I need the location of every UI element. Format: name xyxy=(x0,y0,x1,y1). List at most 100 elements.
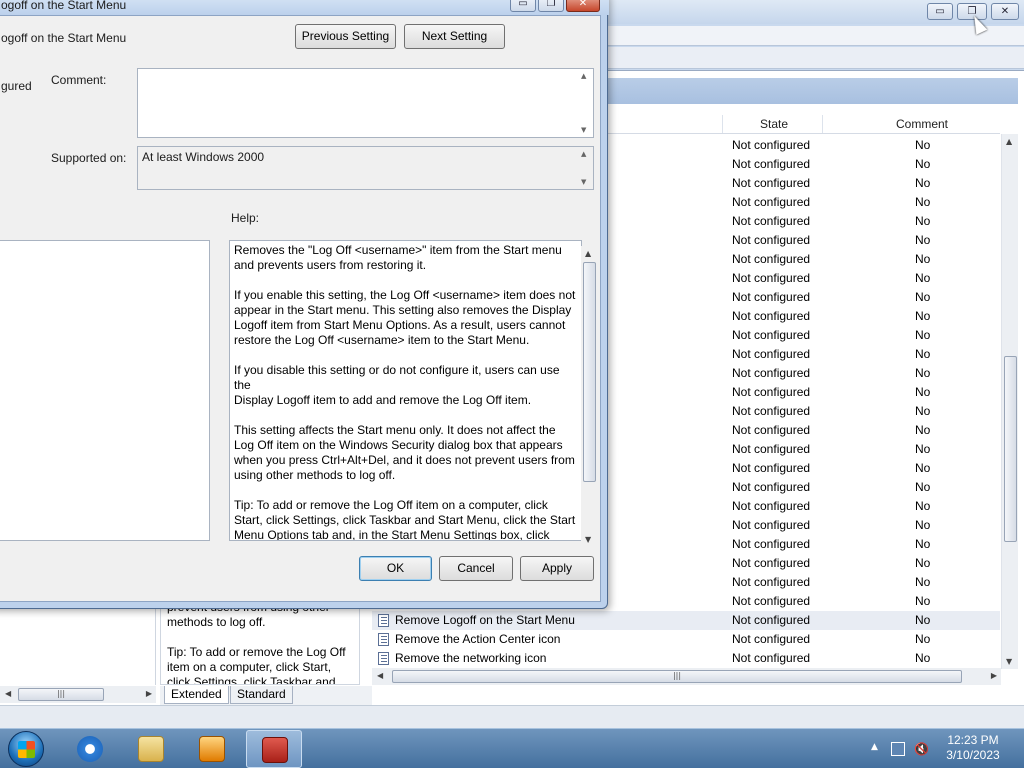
setting-state-cell: Not configured xyxy=(732,195,811,209)
scroll-up-arrow-icon[interactable]: ▲ xyxy=(585,249,591,258)
setting-comment-cell: No xyxy=(915,575,931,589)
tree-horizontal-scrollbar[interactable]: ◀ ||| ▶ xyxy=(0,686,156,703)
taskbar-internet-explorer[interactable] xyxy=(62,730,118,768)
tab-standard[interactable]: Standard xyxy=(230,686,293,704)
scroll-left-arrow-icon[interactable]: ◀ xyxy=(377,671,383,680)
policy-setting-icon xyxy=(378,633,389,646)
setting-comment-cell: No xyxy=(915,233,931,247)
column-separator[interactable] xyxy=(822,115,823,133)
list-vscroll-thumb[interactable] xyxy=(1004,356,1017,542)
setting-comment-cell: No xyxy=(915,480,931,494)
dialog-title: ogoff on the Start Menu xyxy=(1,0,127,12)
previous-setting-button[interactable]: Previous Setting xyxy=(295,24,396,49)
comment-field[interactable]: ▲ ▼ xyxy=(137,68,594,138)
setting-state-cell: Not configured xyxy=(732,632,811,646)
setting-comment-cell: No xyxy=(915,613,931,627)
policy-setting-dialog: ogoff on the Start Menu ▭ ❐ ✕ ogoff on t… xyxy=(0,0,609,609)
supported-on-label: Supported on: xyxy=(51,151,127,165)
scroll-down-arrow-icon[interactable]: ▼ xyxy=(581,126,586,134)
supported-on-field: At least Windows 2000 ▲ ▼ xyxy=(137,146,594,190)
setting-state-cell: Not configured xyxy=(732,138,811,152)
dialog-minimize-button[interactable]: ▭ xyxy=(510,0,536,12)
setting-comment-cell: No xyxy=(915,328,931,342)
help-text: Removes the "Log Off <username>" item fr… xyxy=(234,243,576,541)
setting-comment-cell: No xyxy=(915,195,931,209)
help-scrollbar[interactable]: ▲ ▼ xyxy=(581,246,598,547)
clock-date: 3/10/2023 xyxy=(946,748,1000,762)
setting-comment-cell: No xyxy=(915,499,931,513)
setting-state-cell: Not configured xyxy=(732,404,811,418)
next-setting-button[interactable]: Next Setting xyxy=(404,24,505,49)
ok-button[interactable]: OK xyxy=(359,556,432,581)
volume-muted-icon[interactable]: 🔇 xyxy=(914,742,929,756)
menu-bar xyxy=(600,26,1024,46)
supported-on-value: At least Windows 2000 xyxy=(142,150,265,164)
network-icon[interactable] xyxy=(891,742,905,756)
help-label: Help: xyxy=(231,211,260,225)
scroll-down-arrow-icon[interactable]: ▼ xyxy=(581,178,586,186)
list-horizontal-scrollbar[interactable]: ◀ ||| ▶ xyxy=(372,668,1001,685)
scroll-left-arrow-icon[interactable]: ◀ xyxy=(5,689,11,698)
setting-comment-cell: No xyxy=(915,537,931,551)
setting-state-cell: Not configured xyxy=(732,347,811,361)
column-header-state[interactable]: State xyxy=(760,117,788,131)
taskbar-media-player[interactable] xyxy=(184,730,240,768)
setting-state-cell: Not configured xyxy=(732,290,811,304)
taskbar-group-policy-editor[interactable] xyxy=(246,730,302,768)
list-vertical-scrollbar[interactable]: ▲ ▼ xyxy=(1001,134,1018,669)
supported-scrollbar[interactable]: ▲ ▼ xyxy=(578,147,593,189)
scroll-down-arrow-icon[interactable]: ▼ xyxy=(585,535,591,544)
table-row[interactable]: Remove Logoff on the Start Menu Not confi… xyxy=(372,611,1000,630)
setting-state-cell: Not configured xyxy=(732,366,811,380)
list-hscroll-thumb[interactable]: ||| xyxy=(392,670,962,683)
tab-extended[interactable]: Extended xyxy=(164,686,229,704)
setting-state-cell: Not configured xyxy=(732,214,811,228)
setting-comment-cell: No xyxy=(915,632,931,646)
bg-close-button[interactable]: ✕ xyxy=(991,3,1019,20)
setting-comment-cell: No xyxy=(915,404,931,418)
scroll-up-arrow-icon[interactable]: ▲ xyxy=(1006,137,1012,146)
setting-state-cell: Not configured xyxy=(732,385,811,399)
state-radio-partial-label[interactable]: gured xyxy=(1,79,32,93)
table-row[interactable]: Remove the Action Center icon Not configu… xyxy=(372,630,1000,649)
setting-state-cell: Not configured xyxy=(732,480,811,494)
clock-time: 12:23 PM xyxy=(947,733,999,747)
taskbar-windows-explorer[interactable] xyxy=(123,730,179,768)
cancel-button[interactable]: Cancel xyxy=(439,556,513,581)
setting-state-cell: Not configured xyxy=(732,594,811,608)
scroll-down-arrow-icon[interactable]: ▼ xyxy=(1006,657,1012,666)
tree-hscroll-thumb[interactable]: ||| xyxy=(18,688,104,701)
start-button[interactable] xyxy=(8,731,44,767)
setting-comment-cell: No xyxy=(915,138,931,152)
help-scroll-thumb[interactable] xyxy=(583,262,596,482)
setting-comment-cell: No xyxy=(915,385,931,399)
table-row[interactable]: Remove the networking icon Not configured… xyxy=(372,649,1000,668)
scroll-up-arrow-icon[interactable]: ▲ xyxy=(581,72,586,80)
policy-setting-icon xyxy=(378,614,389,627)
setting-state-cell: Not configured xyxy=(732,157,811,171)
setting-comment-cell: No xyxy=(915,290,931,304)
column-header-comment[interactable]: Comment xyxy=(896,117,948,131)
setting-comment-cell: No xyxy=(915,594,931,608)
policy-tree-pane[interactable] xyxy=(0,605,156,685)
setting-name: ogoff on the Start Menu xyxy=(1,31,127,45)
setting-state-cell: Not configured xyxy=(732,252,811,266)
setting-comment-cell: No xyxy=(915,176,931,190)
column-separator[interactable] xyxy=(722,115,723,133)
bg-minimize-button[interactable]: ▭ xyxy=(927,3,953,20)
scroll-right-arrow-icon[interactable]: ▶ xyxy=(146,689,152,698)
setting-state-cell: Not configured xyxy=(732,423,811,437)
system-clock[interactable]: 12:23 PM 3/10/2023 xyxy=(940,733,1006,763)
apply-button[interactable]: Apply xyxy=(520,556,594,581)
scroll-right-arrow-icon[interactable]: ▶ xyxy=(991,671,997,680)
setting-comment-cell: No xyxy=(915,442,931,456)
scroll-up-arrow-icon[interactable]: ▲ xyxy=(581,150,586,158)
setting-comment-cell: No xyxy=(915,309,931,323)
setting-name-cell: Remove Logoff on the Start Menu xyxy=(395,613,575,627)
dialog-maximize-button[interactable]: ❐ xyxy=(538,0,564,12)
comment-scrollbar[interactable]: ▲ ▼ xyxy=(578,69,593,137)
setting-state-cell: Not configured xyxy=(732,233,811,247)
show-hidden-icons-icon[interactable]: ▲ xyxy=(871,742,885,756)
dialog-titlebar[interactable]: ogoff on the Start Menu ▭ ❐ ✕ xyxy=(0,0,609,15)
dialog-close-button[interactable]: ✕ xyxy=(566,0,600,12)
